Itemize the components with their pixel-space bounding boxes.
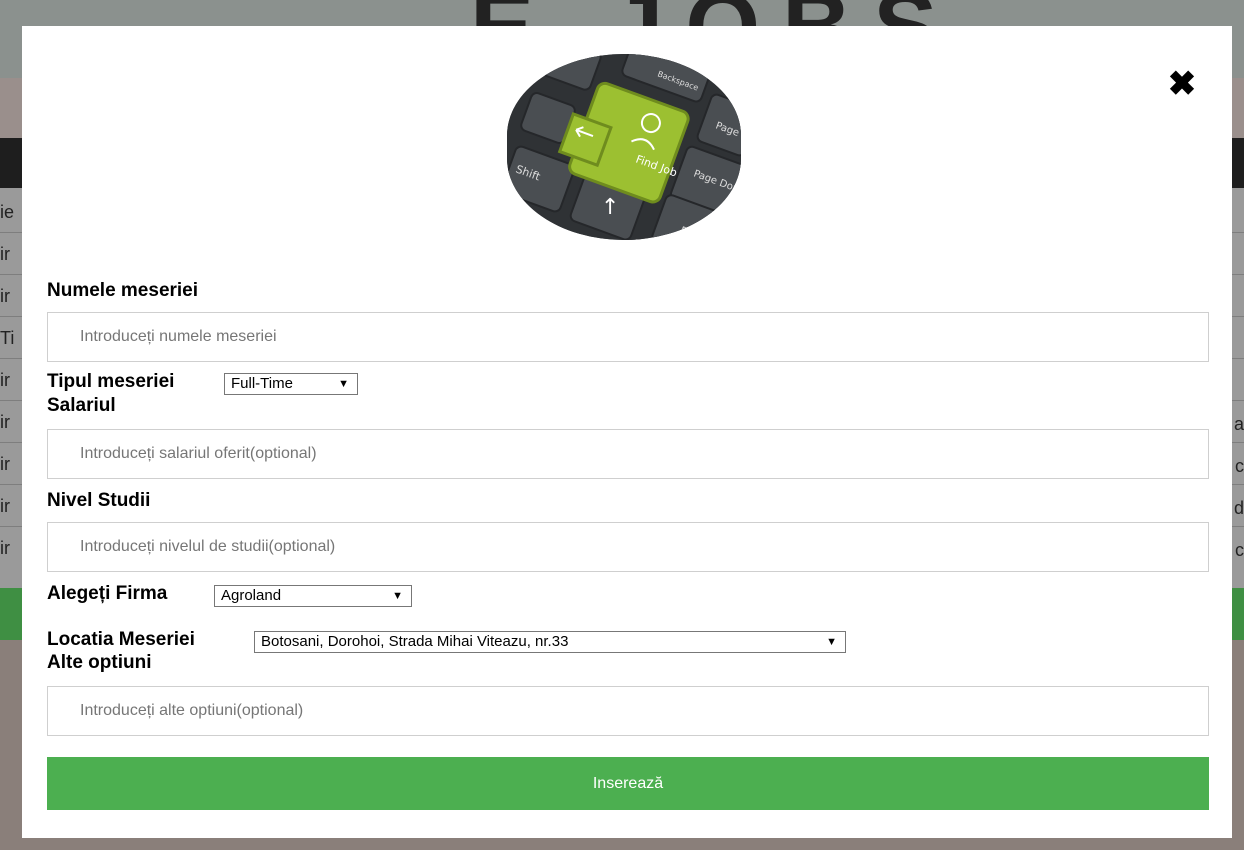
table-cell: ir — [0, 286, 10, 306]
close-icon[interactable]: ✖ — [1164, 66, 1200, 102]
job-type-selected: Full-Time — [231, 375, 293, 392]
table-cell: d — [1233, 498, 1244, 518]
table-cell: c — [1235, 540, 1244, 560]
table-cell: ir — [0, 370, 10, 390]
salary-input[interactable] — [47, 429, 1209, 479]
table-cell: a — [1233, 414, 1244, 434]
table-cell: Ti — [0, 328, 15, 348]
salary-label: Salariul — [47, 395, 116, 416]
other-options-label: Alte optiuni — [47, 652, 152, 673]
keyboard-illustration: Find Job Backspace Shift Page Up Page Do… — [507, 54, 741, 240]
company-label: Alegeți Firma — [47, 583, 168, 604]
job-type-label: Tipul meseriei — [47, 371, 175, 392]
job-name-label: Numele meseriei — [47, 280, 199, 301]
company-select[interactable]: Agroland ▼ — [214, 585, 412, 607]
dropdown-arrow-icon: ▼ — [826, 636, 837, 648]
table-cell: c — [1235, 456, 1244, 476]
job-type-select[interactable]: Full-Time ▼ — [224, 373, 358, 395]
table-cell: ir — [0, 412, 10, 432]
dropdown-arrow-icon: ▼ — [392, 590, 403, 602]
insert-job-modal: ✖ Find Job Backspace Shift Page Page Dow… — [22, 26, 1232, 838]
education-label: Nivel Studii — [47, 490, 151, 511]
table-cell: ie — [0, 202, 15, 222]
table-cell: ir — [0, 244, 10, 264]
education-input[interactable] — [47, 522, 1209, 572]
table-cell: ir — [0, 454, 10, 474]
table-cell: ir — [0, 538, 10, 558]
location-selected: Botosani, Dorohoi, Strada Mihai Viteazu,… — [261, 633, 569, 650]
table-cell: ir — [0, 496, 10, 516]
location-label: Locatia Meseriei — [47, 629, 195, 650]
other-options-input[interactable] — [47, 686, 1209, 736]
find-job-logo: Find Job Backspace Shift Page Up Page Do… — [507, 54, 741, 240]
company-selected: Agroland — [221, 587, 282, 604]
arrow-up-icon: ↑ — [601, 195, 619, 220]
enter-key-label: En — [678, 224, 697, 240]
job-name-input[interactable] — [47, 312, 1209, 362]
location-select[interactable]: Botosani, Dorohoi, Strada Mihai Viteazu,… — [254, 631, 846, 653]
dropdown-arrow-icon: ▼ — [338, 378, 349, 390]
insert-button[interactable]: Inserează — [47, 757, 1209, 810]
